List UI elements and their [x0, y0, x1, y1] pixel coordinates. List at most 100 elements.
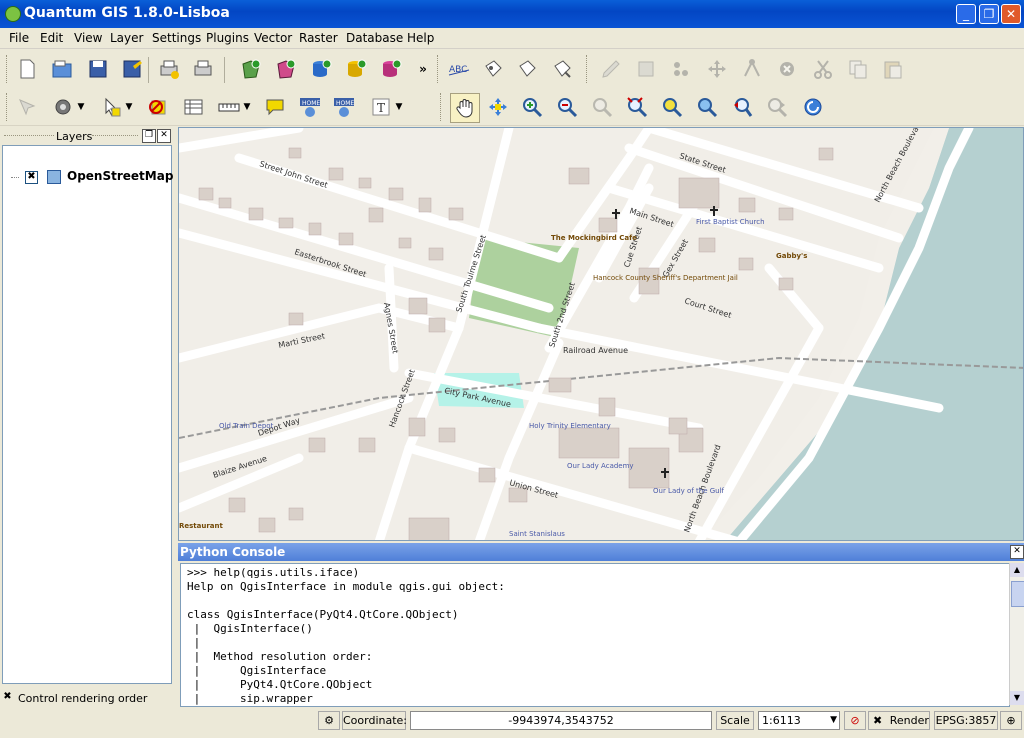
- select-features-icon[interactable]: [98, 94, 124, 120]
- toolbar-grip[interactable]: [437, 55, 441, 83]
- python-console-title: Python Console: [180, 545, 286, 559]
- new-print-composer-icon[interactable]: [156, 56, 182, 82]
- delete-selected-icon[interactable]: [774, 56, 800, 82]
- pin-labels-icon[interactable]: [480, 56, 506, 82]
- menu-layer[interactable]: Layer: [110, 31, 143, 45]
- zoom-full-icon[interactable]: [624, 94, 650, 120]
- menu-edit[interactable]: Edit: [40, 31, 63, 45]
- zoom-out-icon[interactable]: [554, 94, 580, 120]
- float-panel-button[interactable]: ❐: [142, 129, 156, 143]
- scale-combobox[interactable]: 1:6113 ▼: [758, 711, 840, 730]
- paste-features-icon[interactable]: [879, 56, 905, 82]
- move-label-icon[interactable]: [549, 56, 575, 82]
- scroll-up-button[interactable]: ▲: [1010, 563, 1024, 577]
- new-project-icon[interactable]: [14, 56, 40, 82]
- save-project-icon[interactable]: [85, 56, 111, 82]
- map-canvas[interactable]: Street John Street Easterbrook Street So…: [178, 127, 1024, 541]
- osm-map[interactable]: Street John Street Easterbrook Street So…: [179, 128, 1024, 541]
- toolbar-grip[interactable]: [586, 55, 590, 83]
- zoom-next-icon[interactable]: [764, 94, 790, 120]
- python-console: Python Console ✕ >>> help(qgis.utils.ifa…: [178, 543, 1024, 707]
- toolbar-more-button[interactable]: »: [410, 56, 436, 82]
- menu-bar: File Edit View Layer Settings Plugins Ve…: [0, 28, 1024, 49]
- deselect-all-icon[interactable]: [145, 94, 171, 120]
- pan-to-selection-icon[interactable]: [485, 94, 511, 120]
- close-button[interactable]: ✕: [1001, 4, 1021, 24]
- close-panel-button[interactable]: ✕: [157, 129, 171, 143]
- menu-plugins[interactable]: Plugins: [206, 31, 249, 45]
- main-toolbar: » ABC: [0, 49, 1024, 90]
- zoom-to-selection-icon[interactable]: [659, 94, 685, 120]
- attribute-table-icon[interactable]: [180, 94, 206, 120]
- stop-render-icon[interactable]: ⊘: [844, 711, 866, 730]
- toggle-editing-icon[interactable]: [598, 56, 624, 82]
- node-tool-icon[interactable]: [739, 56, 765, 82]
- toolbar-grip[interactable]: [440, 93, 444, 121]
- poi-label: Gabby's: [776, 252, 807, 260]
- label-tool-icon[interactable]: ABC: [446, 56, 472, 82]
- layer-item-openstreetmap[interactable]: ✖ OpenStreetMap: [11, 169, 173, 184]
- zoom-actual-size-icon[interactable]: [589, 94, 615, 120]
- zoom-in-icon[interactable]: [519, 94, 545, 120]
- scroll-down-button[interactable]: ▼: [1010, 691, 1024, 705]
- copy-features-icon[interactable]: [845, 56, 871, 82]
- show-bookmarks-icon[interactable]: HOME: [331, 94, 357, 120]
- map-tips-icon[interactable]: [262, 94, 288, 120]
- toggle-extents-icon[interactable]: ⚙: [318, 711, 340, 730]
- cut-features-icon[interactable]: [810, 56, 836, 82]
- chevron-down-icon[interactable]: ▼: [392, 94, 406, 120]
- globe-icon[interactable]: ⊕: [1000, 711, 1022, 730]
- toolbar-grip[interactable]: [6, 93, 10, 121]
- menu-file[interactable]: File: [9, 31, 29, 45]
- add-postgis-layer-icon[interactable]: [308, 56, 334, 82]
- menu-database[interactable]: Database: [346, 31, 403, 45]
- save-as-icon[interactable]: [119, 56, 145, 82]
- menu-vector[interactable]: Vector: [254, 31, 292, 45]
- composer-manager-icon[interactable]: [190, 56, 216, 82]
- scroll-thumb[interactable]: [1011, 581, 1024, 607]
- coordinate-toggle-button[interactable]: Coordinate:: [342, 711, 407, 730]
- poi-label: The Mockingbird Cafe: [551, 234, 637, 242]
- crs-status-button[interactable]: EPSG:3857: [934, 711, 998, 730]
- open-project-icon[interactable]: [49, 56, 75, 82]
- render-label: Render: [889, 714, 929, 727]
- show-hide-labels-icon[interactable]: [514, 56, 540, 82]
- add-vector-layer-icon[interactable]: [238, 56, 264, 82]
- refresh-icon[interactable]: [800, 94, 826, 120]
- toolbar-grip[interactable]: [6, 55, 10, 83]
- control-rendering-order-checkbox[interactable]: ✖: [2, 692, 13, 703]
- save-edits-icon[interactable]: [633, 56, 659, 82]
- coordinate-field[interactable]: -9943974,3543752: [410, 711, 712, 730]
- menu-raster[interactable]: Raster: [299, 31, 338, 45]
- chevron-down-icon[interactable]: ▼: [830, 712, 837, 729]
- zoom-last-icon[interactable]: [729, 94, 755, 120]
- add-mssql-layer-icon[interactable]: [378, 56, 404, 82]
- maximize-button[interactable]: ❐: [979, 4, 999, 24]
- add-feature-icon[interactable]: [668, 56, 694, 82]
- minimize-button[interactable]: _: [956, 4, 976, 24]
- measure-line-icon[interactable]: [216, 94, 242, 120]
- menu-settings[interactable]: Settings: [152, 31, 201, 45]
- menu-view[interactable]: View: [74, 31, 102, 45]
- new-bookmark-icon[interactable]: HOME: [297, 94, 323, 120]
- add-spatialite-layer-icon[interactable]: [343, 56, 369, 82]
- python-console-output[interactable]: >>> help(qgis.utils.iface) Help on QgisI…: [180, 563, 1010, 707]
- gear-icon[interactable]: [50, 94, 76, 120]
- chevron-down-icon[interactable]: ▼: [74, 94, 88, 120]
- scale-value: 1:6113: [762, 714, 801, 727]
- chevron-down-icon[interactable]: ▼: [122, 94, 136, 120]
- chevron-down-icon[interactable]: ▼: [240, 94, 254, 120]
- whats-this-icon[interactable]: [14, 94, 40, 120]
- zoom-to-layer-icon[interactable]: [694, 94, 720, 120]
- console-scrollbar[interactable]: ▲ ▼: [1009, 563, 1024, 705]
- status-bar: ⚙ Coordinate: -9943974,3543752 Scale 1:6…: [0, 709, 1024, 733]
- python-console-titlebar: Python Console ✕: [178, 543, 1024, 561]
- add-raster-layer-icon[interactable]: [273, 56, 299, 82]
- text-annotation-icon[interactable]: T: [368, 94, 394, 120]
- render-checkbox[interactable]: ✖ Render: [868, 711, 930, 730]
- move-feature-icon[interactable]: [704, 56, 730, 82]
- layer-visibility-checkbox[interactable]: ✖: [25, 171, 38, 184]
- pan-hand-icon[interactable]: [450, 93, 480, 123]
- menu-help[interactable]: Help: [407, 31, 434, 45]
- close-console-button[interactable]: ✕: [1010, 545, 1024, 559]
